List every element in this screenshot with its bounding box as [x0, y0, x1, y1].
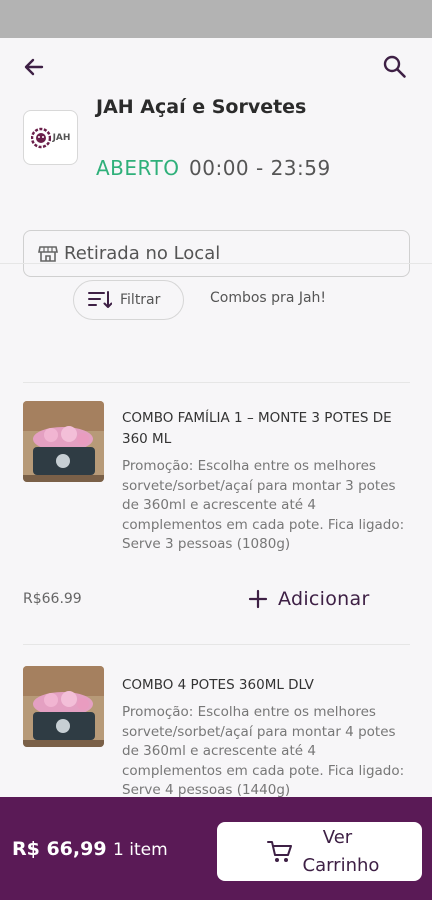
cart-bar: R$ 66,99 1 item Ver Carrinho: [0, 797, 432, 900]
search-icon[interactable]: [380, 52, 410, 82]
category-tab[interactable]: Combos pra Jah!: [210, 290, 326, 306]
view-cart-label: Ver Carrinho: [302, 826, 380, 876]
product-image: [23, 666, 104, 747]
plus-icon: [248, 589, 268, 609]
filter-button[interactable]: Filtrar: [73, 280, 184, 320]
store-header: JAH JAH Açaí e Sorvetes ABERTO 00:00 - 2…: [0, 38, 432, 277]
store-name: JAH Açaí e Sorvetes: [96, 96, 307, 118]
cart-total: R$ 66,99: [12, 838, 107, 860]
add-label: Adicionar: [278, 588, 370, 610]
view-cart-button[interactable]: Ver Carrinho: [217, 822, 422, 881]
product-description: Promoção: Escolha entre os melhores sorv…: [122, 458, 405, 552]
system-status-bar: [0, 0, 432, 38]
open-status: ABERTO: [96, 156, 180, 180]
product-price: R$66.99: [23, 591, 82, 607]
store-icon: [38, 245, 58, 262]
filter-label: Filtrar: [120, 292, 161, 308]
cart-item-count: 1 item: [113, 840, 168, 860]
shopping-cart-icon: [266, 840, 292, 862]
divider: [23, 644, 410, 645]
divider: [23, 382, 410, 383]
product-image: [23, 401, 104, 482]
add-button[interactable]: Adicionar: [248, 588, 370, 610]
delivery-mode-selector[interactable]: Retirada no Local: [23, 230, 410, 277]
opening-hours: 00:00 - 23:59: [189, 156, 331, 180]
store-logo: JAH: [23, 110, 78, 165]
lion-logo-icon: [30, 127, 51, 148]
logo-text: JAH: [52, 132, 71, 143]
product-title: COMBO 4 POTES 360ML DLV: [122, 677, 314, 693]
product-description: Promoção: Escolha entre os melhores sorv…: [122, 704, 405, 798]
sort-filter-icon: [88, 291, 112, 308]
back-arrow-icon[interactable]: [20, 53, 48, 81]
product-title: COMBO FAMÍLIA 1 – MONTE 3 POTES DE 360 M…: [122, 410, 392, 447]
divider: [0, 263, 432, 264]
delivery-mode-label: Retirada no Local: [64, 243, 221, 264]
